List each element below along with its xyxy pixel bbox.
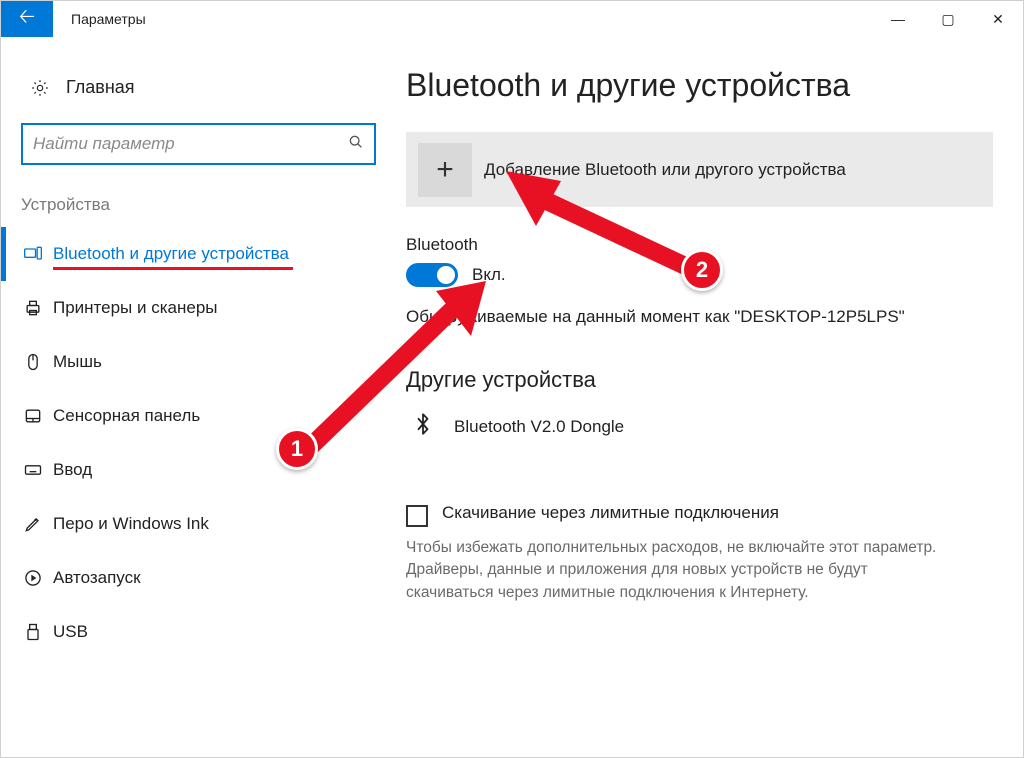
close-button[interactable]: ✕: [973, 1, 1023, 37]
settings-window: 🡠 Параметры — ▢ ✕ Главная: [0, 0, 1024, 758]
close-icon: ✕: [992, 11, 1004, 28]
device-name: Bluetooth V2.0 Dongle: [454, 417, 624, 437]
main-panel: Bluetooth и другие устройства + Добавлен…: [396, 37, 1023, 757]
sidebar-item-pen[interactable]: Перо и Windows Ink: [1, 497, 396, 551]
toggle-knob: [437, 266, 455, 284]
home-nav[interactable]: Главная: [1, 77, 396, 123]
bluetooth-toggle[interactable]: [406, 263, 458, 287]
search-input[interactable]: [33, 134, 348, 154]
sidebar-item-autoplay[interactable]: Автозапуск: [1, 551, 396, 605]
minimize-button[interactable]: —: [873, 1, 923, 37]
sidebar-item-typing[interactable]: Ввод: [1, 443, 396, 497]
other-devices-heading: Другие устройства: [406, 367, 993, 393]
metered-checkbox-label: Скачивание через лимитные подключения: [442, 503, 779, 523]
device-row[interactable]: Bluetooth V2.0 Dongle: [406, 411, 993, 443]
sidebar-nav: Bluetooth и другие устройства Принтеры и…: [1, 227, 396, 659]
sidebar-item-label: Сенсорная панель: [53, 406, 200, 426]
window-title: Параметры: [53, 1, 873, 37]
maximize-icon: ▢: [941, 11, 954, 28]
pen-icon: [13, 514, 53, 534]
devices-icon: [13, 244, 53, 264]
sidebar-item-usb[interactable]: USB: [1, 605, 396, 659]
add-device-label: Добавление Bluetooth или другого устройс…: [484, 160, 846, 180]
autoplay-icon: [13, 568, 53, 588]
sidebar-item-label: Перо и Windows Ink: [53, 514, 209, 534]
plus-icon: +: [418, 143, 472, 197]
add-device-button[interactable]: + Добавление Bluetooth или другого устро…: [406, 132, 993, 207]
metered-checkbox-row: Скачивание через лимитные подключения: [406, 503, 993, 527]
sidebar-item-label: USB: [53, 622, 88, 642]
usb-icon: [13, 622, 53, 642]
annotation-underline: [53, 267, 293, 270]
metered-checkbox[interactable]: [406, 505, 428, 527]
minimize-icon: —: [891, 11, 905, 27]
bluetooth-icon: [414, 411, 432, 443]
search-box[interactable]: [21, 123, 376, 165]
titlebar: 🡠 Параметры — ▢ ✕: [1, 1, 1023, 37]
sidebar-item-printers[interactable]: Принтеры и сканеры: [1, 281, 396, 335]
back-button[interactable]: 🡠: [1, 1, 53, 37]
bluetooth-toggle-state: Вкл.: [472, 265, 506, 285]
keyboard-icon: [13, 460, 53, 480]
sidebar-item-label: Принтеры и сканеры: [53, 298, 218, 318]
sidebar-item-touchpad[interactable]: Сенсорная панель: [1, 389, 396, 443]
metered-help-text: Чтобы избежать дополнительных расходов, …: [406, 537, 946, 604]
sidebar-item-label: Bluetooth и другие устройства: [53, 244, 289, 264]
sidebar-group-header: Устройства: [1, 195, 396, 227]
sidebar: Главная Устройства Bluetooth и другие ус…: [1, 37, 396, 757]
sidebar-item-label: Мышь: [53, 352, 102, 372]
search-icon: [348, 134, 364, 155]
sidebar-item-label: Ввод: [53, 460, 92, 480]
home-label: Главная: [54, 77, 135, 98]
gear-icon: [26, 78, 54, 98]
discoverable-text: Обнаруживаемые на данный момент как "DES…: [406, 307, 993, 327]
bluetooth-toggle-row: Вкл.: [406, 263, 993, 287]
bluetooth-section-label: Bluetooth: [406, 235, 993, 255]
maximize-button[interactable]: ▢: [923, 1, 973, 37]
content-area: Главная Устройства Bluetooth и другие ус…: [1, 37, 1023, 757]
arrow-left-icon: 🡠: [19, 2, 35, 36]
sidebar-item-mouse[interactable]: Мышь: [1, 335, 396, 389]
sidebar-item-bluetooth[interactable]: Bluetooth и другие устройства: [1, 227, 396, 281]
window-controls: — ▢ ✕: [873, 1, 1023, 37]
mouse-icon: [13, 352, 53, 372]
sidebar-item-label: Автозапуск: [53, 568, 141, 588]
touchpad-icon: [13, 406, 53, 426]
page-title: Bluetooth и другие устройства: [406, 67, 993, 104]
printer-icon: [13, 298, 53, 318]
